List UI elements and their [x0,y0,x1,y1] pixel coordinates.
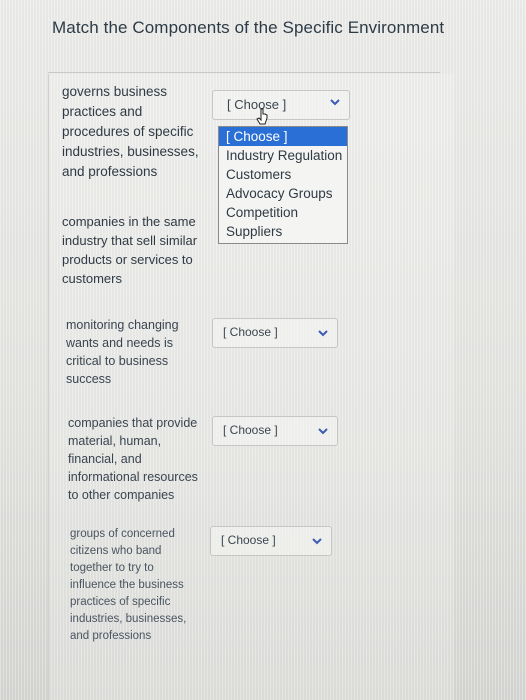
dropdown-option-advocacy-groups[interactable]: Advocacy Groups [219,184,347,203]
mouse-pointer-icon [256,108,268,125]
dropdown-option-customers[interactable]: Customers [219,165,347,184]
match-select-3[interactable]: [ Choose ] [212,318,338,348]
select-value-5: [ Choose ] [221,533,276,547]
chevron-down-icon [312,538,322,545]
chevron-down-icon [330,99,340,106]
match-select-5[interactable]: [ Choose ] [210,526,332,556]
match-select-1[interactable]: [ Choose ] [212,90,350,120]
chevron-down-icon [318,428,328,435]
title-divider [48,72,440,73]
quiz-page: Match the Components of the Specific Env… [0,0,526,700]
match-prompt-1: governs business practices and procedure… [62,84,199,179]
select-value-3: [ Choose ] [223,325,278,339]
dropdown-option-industry-regulation[interactable]: Industry Regulation [219,146,347,165]
dropdown-option-suppliers[interactable]: Suppliers [219,222,347,241]
select-dropdown-list: [ Choose ] Industry Regulation Customers… [218,126,348,244]
match-select-4[interactable]: [ Choose ] [212,416,338,446]
question-title: Match the Components of the Specific Env… [52,18,445,37]
match-prompt-2: companies in the same industry that sell… [62,214,198,286]
dropdown-option-choose[interactable]: [ Choose ] [219,127,347,146]
match-prompt-4: companies that provide material, human, … [68,416,198,502]
chevron-down-icon [318,330,328,337]
select-value-4: [ Choose ] [223,423,278,437]
match-prompt-3: monitoring changing wants and needs is c… [66,318,179,386]
dropdown-option-competition[interactable]: Competition [219,203,347,222]
match-prompt-5: groups of concerned citizens who band to… [70,528,187,642]
